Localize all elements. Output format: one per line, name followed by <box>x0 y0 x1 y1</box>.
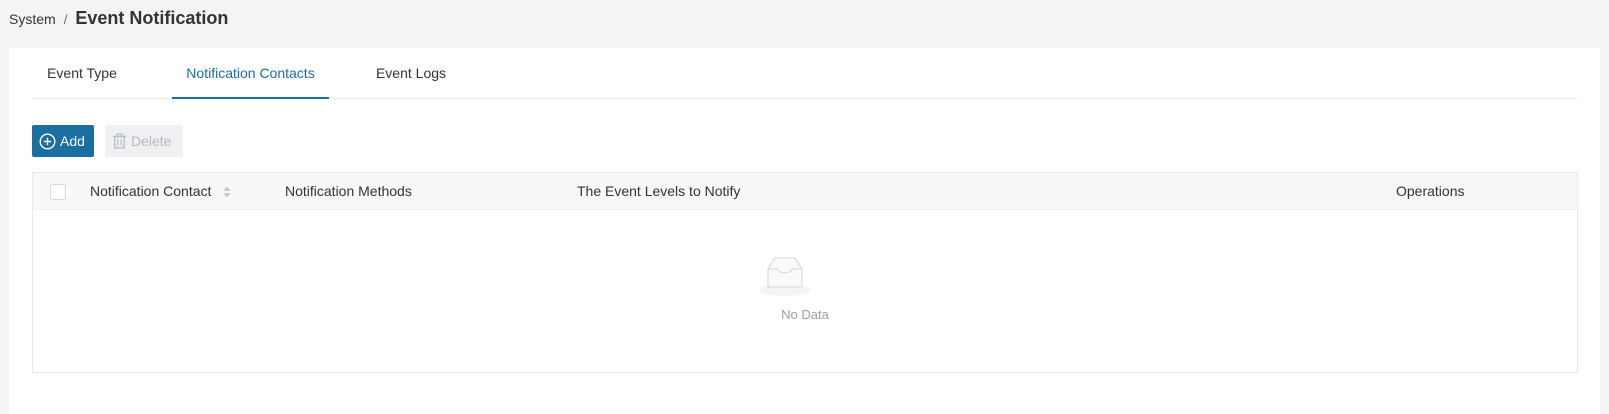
column-header-event-levels: The Event Levels to Notify <box>577 183 741 199</box>
plus-circle-icon <box>39 132 56 150</box>
contacts-table: Notification Contact Notification Method… <box>32 172 1578 373</box>
table-header: Notification Contact Notification Method… <box>33 173 1577 210</box>
breadcrumb-parent[interactable]: System <box>9 11 56 27</box>
sort-icon[interactable] <box>223 186 231 198</box>
empty-inbox-icon <box>757 255 813 302</box>
tab-bar: Event Type Notification Contacts Event L… <box>32 48 1577 99</box>
breadcrumb: System / Event Notification <box>9 8 228 29</box>
column-header-operations: Operations <box>1396 183 1465 199</box>
column-header-notification-contact: Notification Contact <box>90 173 231 210</box>
add-button[interactable]: Add <box>32 125 94 157</box>
tab-event-type[interactable]: Event Type <box>32 48 132 99</box>
trash-icon <box>112 133 127 149</box>
tab-event-logs[interactable]: Event Logs <box>361 48 461 99</box>
page-title: Event Notification <box>75 8 229 28</box>
add-button-label: Add <box>60 133 85 149</box>
delete-button-label: Delete <box>131 133 172 149</box>
column-header-label: Notification Contact <box>90 183 212 199</box>
empty-state-text: No Data <box>781 307 829 322</box>
column-header-notification-methods: Notification Methods <box>285 183 412 199</box>
content-panel: Event Type Notification Contacts Event L… <box>9 48 1600 414</box>
tab-notification-contacts[interactable]: Notification Contacts <box>172 48 329 99</box>
empty-state: No Data <box>33 210 1577 372</box>
delete-button[interactable]: Delete <box>105 125 183 157</box>
select-all-checkbox[interactable] <box>50 184 66 200</box>
breadcrumb-separator: / <box>63 12 68 27</box>
